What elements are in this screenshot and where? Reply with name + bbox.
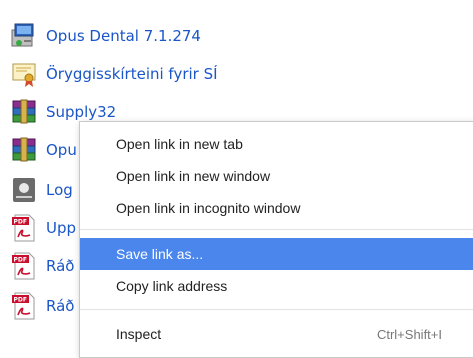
link-opus-dental[interactable]: Opus Dental 7.1.274 (46, 27, 201, 45)
list-item[interactable]: PDF Upp (10, 210, 76, 246)
list-item[interactable]: PDF Ráð (10, 248, 74, 284)
list-item[interactable]: Log (10, 172, 73, 208)
svg-text:PDF: PDF (14, 257, 27, 264)
list-item[interactable]: Opus Dental 7.1.274 (10, 18, 201, 54)
link-log[interactable]: Log (46, 181, 73, 199)
svg-text:PDF: PDF (14, 219, 27, 226)
pdf-icon: PDF (10, 291, 38, 321)
list-item[interactable]: PDF Ráð (10, 288, 74, 324)
winrar-archive-icon (10, 135, 38, 165)
svg-text:PDF: PDF (14, 297, 27, 304)
certificate-icon (10, 59, 38, 89)
menu-separator (80, 229, 473, 230)
menu-item-label: Copy link address (116, 278, 228, 294)
menu-item-open-new-window[interactable]: Open link in new window (80, 160, 473, 192)
opus-installer-icon (10, 21, 38, 51)
menu-item-label: Open link in incognito window (116, 200, 301, 216)
link-opu[interactable]: Opu (46, 141, 77, 159)
menu-item-save-link-as[interactable]: Save link as... (80, 238, 473, 270)
menu-item-label: Inspect (116, 326, 162, 342)
link-supply32[interactable]: Supply32 (46, 103, 116, 121)
menu-item-label: Open link in new window (116, 168, 271, 184)
menu-item-copy-link-address[interactable]: Copy link address (80, 270, 473, 302)
link-certificate[interactable]: Öryggisskírteini fyrir SÍ (46, 65, 218, 83)
link-rad-2[interactable]: Ráð (46, 297, 74, 315)
menu-item-label: Open link in new tab (116, 136, 243, 152)
list-item[interactable]: Öryggisskírteini fyrir SÍ (10, 56, 218, 92)
menu-item-open-incognito[interactable]: Open link in incognito window (80, 192, 473, 224)
menu-item-open-new-tab[interactable]: Open link in new tab (80, 128, 473, 160)
pdf-icon: PDF (10, 213, 38, 243)
logo-box-icon (10, 175, 38, 205)
menu-item-inspect[interactable]: Inspect Ctrl+Shift+I (80, 318, 473, 350)
menu-separator (80, 309, 473, 310)
winrar-archive-icon (10, 97, 38, 127)
menu-item-label: Save link as... (116, 246, 204, 262)
pdf-icon: PDF (10, 251, 38, 281)
link-upp[interactable]: Upp (46, 219, 76, 237)
link-rad-1[interactable]: Ráð (46, 257, 74, 275)
list-item[interactable]: Opu (10, 132, 77, 168)
context-menu: Open link in new tab Open link in new wi… (79, 121, 473, 358)
menu-item-shortcut: Ctrl+Shift+I (376, 326, 442, 342)
